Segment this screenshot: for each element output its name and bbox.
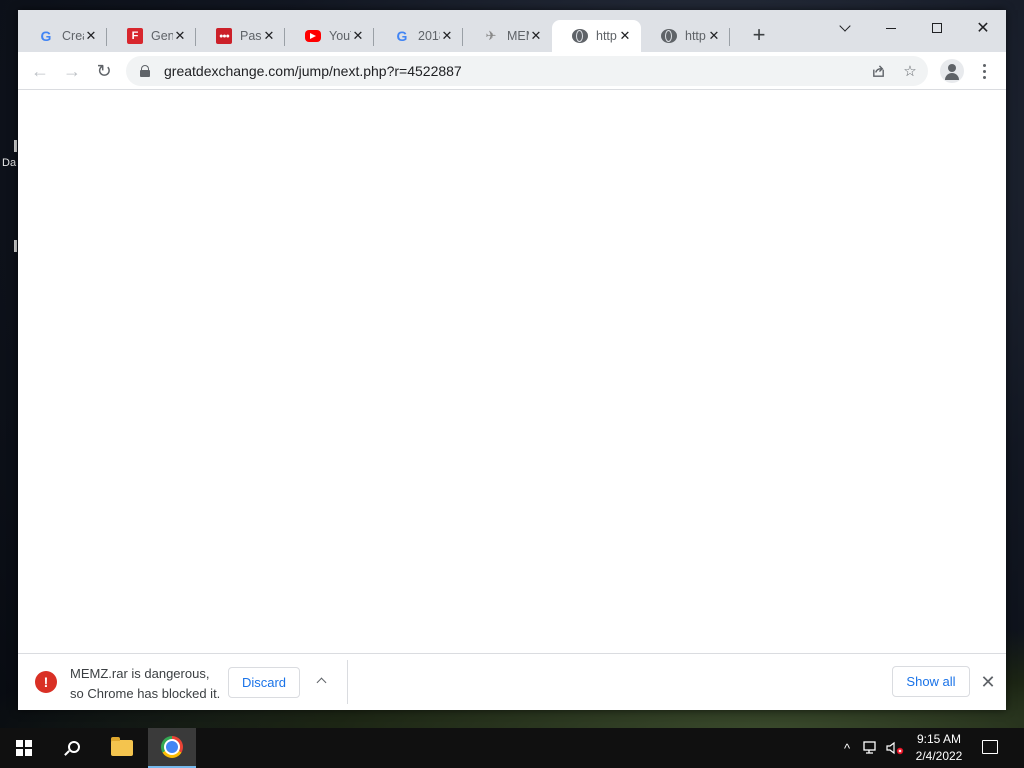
clock-date: 2/4/2022 — [915, 749, 963, 763]
chrome-window: G Crea ✕ F Gene ✕ ●●● Pass ✕ YouT ✕ G 20… — [18, 10, 1006, 710]
close-shelf-button[interactable]: ✕ — [978, 670, 998, 694]
search-button[interactable] — [48, 728, 96, 768]
system-clock[interactable]: 9:15 AM 2/4/2022 — [908, 731, 970, 765]
tab-http-active[interactable]: http ✕ — [552, 20, 641, 52]
lock-icon[interactable] — [140, 65, 150, 77]
tab-http[interactable]: http ✕ — [641, 20, 730, 52]
chrome-taskbar-button[interactable] — [148, 728, 196, 768]
network-button[interactable] — [860, 728, 882, 768]
tab-title: http — [596, 29, 617, 43]
tab-title: YouT — [329, 29, 351, 43]
chrome-icon — [161, 736, 183, 758]
windows-logo-icon — [16, 740, 32, 756]
bookmark-star-icon[interactable]: ☆ — [900, 61, 920, 81]
dot-icon — [982, 69, 986, 73]
desktop-icon-fragment — [14, 140, 17, 152]
close-icon[interactable]: ✕ — [262, 28, 276, 44]
chevron-down-icon — [839, 20, 851, 32]
divider — [347, 660, 348, 704]
memz-icon: ✈ — [485, 28, 497, 43]
reload-button[interactable]: ↻ — [90, 57, 118, 85]
download-warning-line2: so Chrome has blocked it. — [70, 686, 221, 701]
new-tab-button[interactable]: + — [747, 24, 771, 48]
close-icon: ✕ — [976, 20, 990, 37]
google-icon: G — [396, 28, 408, 44]
start-button[interactable] — [0, 728, 48, 768]
close-window-button[interactable]: ✕ — [960, 14, 1006, 42]
close-icon[interactable]: ✕ — [618, 28, 632, 44]
desktop-icon-label: Da — [2, 157, 17, 169]
tab-2018[interactable]: G 2018 ✕ — [374, 20, 463, 52]
globe-icon — [572, 29, 588, 43]
tab-gene[interactable]: F Gene ✕ — [107, 20, 196, 52]
tab-pass[interactable]: ●●● Pass ✕ — [196, 20, 285, 52]
menu-button[interactable] — [974, 59, 994, 83]
discard-button[interactable]: Discard — [228, 667, 300, 698]
tab-separator — [729, 28, 730, 46]
tab-strip: G Crea ✕ F Gene ✕ ●●● Pass ✕ YouT ✕ G 20… — [18, 10, 1006, 52]
chevron-up-icon: ^ — [843, 740, 851, 756]
tab-search-button[interactable] — [822, 14, 868, 42]
close-icon[interactable]: ✕ — [84, 28, 98, 44]
clock-time: 9:15 AM — [916, 732, 962, 746]
warning-icon: ! — [35, 671, 57, 693]
chevron-up-icon[interactable] — [315, 674, 329, 688]
share-icon[interactable] — [868, 61, 888, 81]
dot-icon — [982, 75, 986, 79]
download-shelf: ! MEMZ.rar is dangerous, so Chrome has b… — [18, 653, 1006, 710]
file-explorer-button[interactable] — [98, 728, 146, 768]
tab-title: http — [685, 29, 706, 43]
folder-icon — [111, 737, 133, 756]
close-icon[interactable]: ✕ — [173, 28, 187, 44]
maximize-icon — [932, 23, 942, 33]
volume-button[interactable] — [884, 728, 906, 768]
lastpass-icon: ●●● — [216, 28, 232, 44]
tab-title: Crea — [62, 29, 84, 43]
minimize-icon — [886, 27, 896, 29]
download-warning-line1: MEMZ.rar is dangerous, — [70, 666, 210, 681]
forward-button[interactable]: → — [58, 57, 86, 85]
toolbar: ← → ↻ greatdexchange.com/jump/next.php?r… — [18, 52, 1006, 90]
desktop-icon-fragment — [14, 240, 17, 252]
address-bar[interactable]: greatdexchange.com/jump/next.php?r=45228… — [126, 56, 928, 86]
taskbar: ^ 9:15 AM 2/4/2022 — [0, 728, 1024, 768]
youtube-icon — [305, 30, 321, 42]
page-viewport[interactable] — [18, 90, 1006, 653]
network-icon — [863, 741, 876, 754]
close-icon[interactable]: ✕ — [529, 28, 543, 44]
url-text[interactable]: greatdexchange.com/jump/next.php?r=45228… — [164, 63, 462, 79]
download-warning-text: MEMZ.rar is dangerous, so Chrome has blo… — [70, 664, 220, 704]
minimize-button[interactable] — [868, 14, 914, 42]
tab-youtube[interactable]: YouT ✕ — [285, 20, 374, 52]
show-all-button[interactable]: Show all — [892, 666, 970, 697]
tab-title: Pass — [240, 29, 262, 43]
show-hidden-icons-button[interactable]: ^ — [838, 728, 856, 768]
flipboard-icon: F — [127, 28, 143, 44]
globe-icon — [661, 29, 677, 43]
search-icon — [67, 740, 80, 753]
tab-title: 2018 — [418, 29, 440, 43]
close-icon[interactable]: ✕ — [707, 28, 721, 44]
google-icon: G — [40, 28, 52, 44]
tab-memz[interactable]: ✈ MEM ✕ — [463, 20, 552, 52]
close-icon[interactable]: ✕ — [440, 28, 454, 44]
maximize-button[interactable] — [914, 14, 960, 42]
back-button[interactable]: ← — [26, 57, 54, 85]
tab-crea[interactable]: G Crea ✕ — [18, 20, 107, 52]
profile-avatar[interactable] — [940, 59, 964, 83]
volume-muted-icon — [886, 741, 904, 755]
tab-title: Gene — [151, 29, 173, 43]
dot-icon — [982, 63, 986, 67]
tab-title: MEM — [507, 29, 529, 43]
close-icon[interactable]: ✕ — [351, 28, 365, 44]
notification-center-icon[interactable] — [982, 740, 998, 754]
